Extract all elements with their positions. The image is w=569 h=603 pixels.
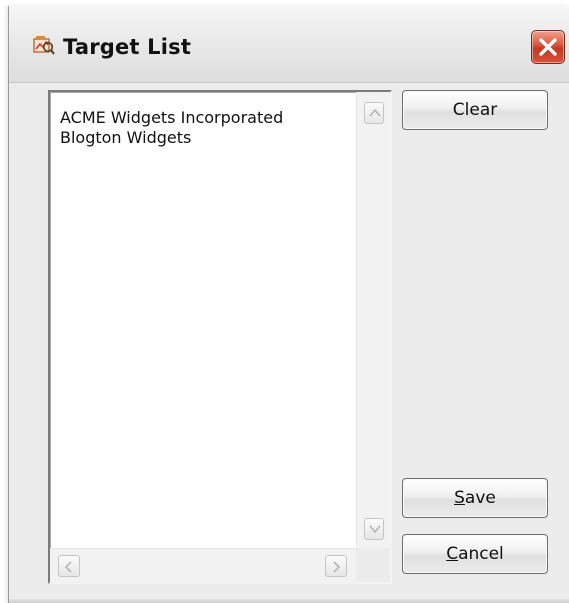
chevron-up-icon [369, 108, 381, 117]
save-button-label: Save [454, 488, 496, 508]
target-list-dialog: Target List ACME Widgets Incorporated Bl… [8, 6, 569, 603]
save-button[interactable]: Save [402, 478, 548, 518]
window-bottom-edge [9, 599, 569, 603]
close-button[interactable] [531, 30, 565, 64]
save-mnemonic: S [454, 488, 465, 508]
scroll-up-button[interactable] [364, 102, 384, 124]
cancel-mnemonic: C [446, 544, 459, 564]
screenshot-canvas: Target List ACME Widgets Incorporated Bl… [0, 0, 569, 603]
scroll-right-button[interactable] [325, 555, 347, 577]
scroll-down-button[interactable] [364, 518, 384, 540]
cancel-button-label: Cancel [446, 544, 504, 564]
save-label-rest: ave [464, 488, 496, 508]
list-item[interactable]: ACME Widgets Incorporated [60, 108, 350, 128]
horizontal-scrollbar[interactable] [50, 548, 356, 583]
target-listbox[interactable]: ACME Widgets Incorporated Blogton Widget… [48, 90, 392, 584]
cancel-label-rest: ancel [458, 544, 504, 564]
list-item[interactable]: Blogton Widgets [60, 128, 350, 148]
clear-button-label: Clear [452, 100, 498, 120]
close-icon [539, 38, 557, 56]
chevron-left-icon [64, 561, 72, 573]
clear-button[interactable]: Clear [402, 90, 548, 130]
list-items: ACME Widgets Incorporated Blogton Widget… [60, 108, 350, 148]
vertical-scrollbar[interactable] [356, 92, 391, 548]
title-bar[interactable]: Target List [9, 6, 569, 83]
chevron-right-icon [333, 561, 341, 573]
window-title: Target List [63, 35, 192, 59]
scrollbar-corner [356, 548, 390, 582]
chevron-down-icon [369, 525, 381, 534]
cancel-button[interactable]: Cancel [402, 534, 548, 574]
scroll-left-button[interactable] [58, 555, 80, 577]
app-icon [33, 35, 55, 55]
